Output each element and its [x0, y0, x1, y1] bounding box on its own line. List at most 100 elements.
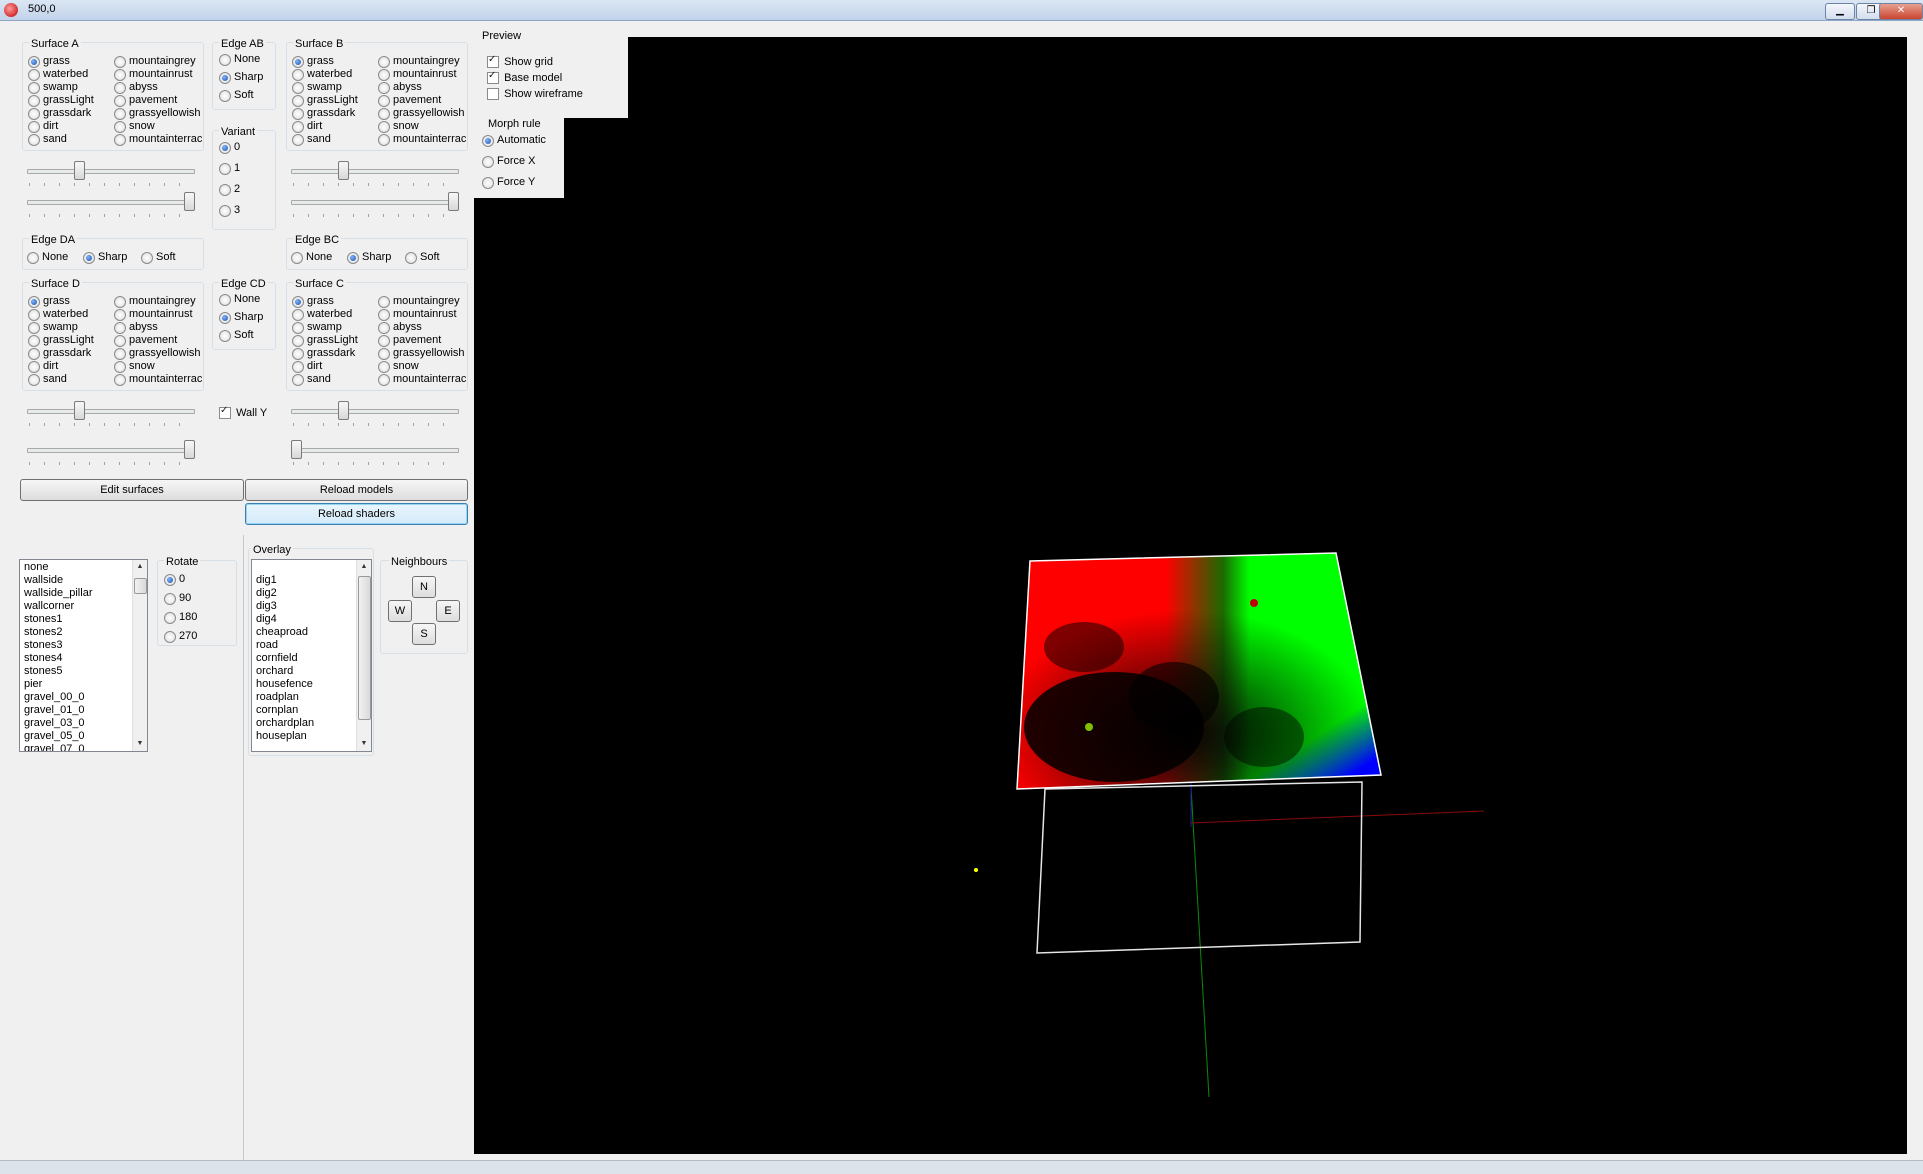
- radio-indicator[interactable]: [482, 134, 494, 147]
- radio-indicator[interactable]: [28, 81, 40, 94]
- list-item[interactable]: gravel_00_0: [20, 691, 147, 704]
- base-model-checkbox[interactable]: Base model: [487, 70, 562, 85]
- slider-thumb[interactable]: [184, 192, 195, 211]
- list-item[interactable]: housefence: [252, 678, 371, 691]
- surface-a-option-abyss[interactable]: abyss: [114, 81, 158, 94]
- models-listbox[interactable]: none wallside wallside_pillar wallcorner sto…: [19, 559, 148, 752]
- surface-b-option-grasslight[interactable]: grassLight: [292, 94, 358, 107]
- radio-indicator[interactable]: [219, 183, 231, 196]
- surface-a-option-grassyellowish[interactable]: grassyellowish: [114, 107, 201, 120]
- radio-indicator[interactable]: [28, 94, 40, 107]
- surface-d-option-sand[interactable]: sand: [28, 373, 67, 386]
- radio-indicator[interactable]: [28, 295, 40, 308]
- neighbour-south-button[interactable]: S: [412, 623, 436, 645]
- list-item[interactable]: stones3: [20, 639, 147, 652]
- slider-track[interactable]: [291, 409, 459, 414]
- list-item[interactable]: [252, 561, 371, 574]
- surface-d-option-swamp[interactable]: swamp: [28, 321, 78, 334]
- radio-indicator[interactable]: [114, 308, 126, 321]
- list-item[interactable]: gravel_01_0: [20, 704, 147, 717]
- variant-option-1[interactable]: 1: [219, 162, 240, 175]
- surface-b-option-abyss[interactable]: abyss: [378, 81, 422, 94]
- list-item[interactable]: gravel_05_0: [20, 730, 147, 743]
- radio-indicator[interactable]: [219, 162, 231, 175]
- list-item[interactable]: none: [20, 561, 147, 574]
- slider-track[interactable]: [291, 169, 459, 174]
- radio-indicator[interactable]: [83, 251, 95, 264]
- surface-d-option-abyss[interactable]: abyss: [114, 321, 158, 334]
- slider-track[interactable]: [27, 169, 195, 174]
- list-item[interactable]: cheaproad: [252, 626, 371, 639]
- list-item[interactable]: orchard: [252, 665, 371, 678]
- radio-indicator[interactable]: [378, 94, 390, 107]
- surface-c-option-grassdark[interactable]: grassdark: [292, 347, 355, 360]
- list-item[interactable]: wallside_pillar: [20, 587, 147, 600]
- reload-models-button[interactable]: Reload models: [245, 479, 468, 501]
- radio-indicator[interactable]: [292, 133, 304, 146]
- radio-indicator[interactable]: [114, 133, 126, 146]
- list-item[interactable]: gravel_07_0: [20, 743, 147, 751]
- surface-d-option-pavement[interactable]: pavement: [114, 334, 177, 347]
- list-item[interactable]: cornfield: [252, 652, 371, 665]
- list-item[interactable]: stones2: [20, 626, 147, 639]
- radio-indicator[interactable]: [378, 308, 390, 321]
- list-item[interactable]: dig3: [252, 600, 371, 613]
- radio-indicator[interactable]: [405, 251, 417, 264]
- surface-c-slider-2[interactable]: [291, 440, 459, 470]
- radio-indicator[interactable]: [292, 347, 304, 360]
- surface-a-slider-1[interactable]: [27, 161, 195, 191]
- edge-da-option-sharp[interactable]: Sharp: [83, 251, 127, 264]
- surface-b-slider-1[interactable]: [291, 161, 459, 191]
- surface-c-slider-1[interactable]: [291, 401, 459, 431]
- models-scrollbar[interactable]: ▲ ▼: [132, 560, 147, 751]
- radio-indicator[interactable]: [164, 611, 176, 624]
- surface-d-option-grasslight[interactable]: grassLight: [28, 334, 94, 347]
- surface-b-option-pavement[interactable]: pavement: [378, 94, 441, 107]
- surface-a-option-snow[interactable]: snow: [114, 120, 155, 133]
- wall-y-check-box[interactable]: [219, 405, 231, 420]
- surface-b-option-swamp[interactable]: swamp: [292, 81, 342, 94]
- list-item[interactable]: dig1: [252, 574, 371, 587]
- surface-a-option-mountainterrac[interactable]: mountainterrac: [114, 133, 202, 146]
- radio-indicator[interactable]: [28, 308, 40, 321]
- rotate-option-90[interactable]: 90: [164, 592, 191, 605]
- list-item[interactable]: cornplan: [252, 704, 371, 717]
- surface-c-option-grassyellowish[interactable]: grassyellowish: [378, 347, 465, 360]
- radio-indicator[interactable]: [28, 120, 40, 133]
- radio-indicator[interactable]: [114, 334, 126, 347]
- radio-indicator[interactable]: [292, 107, 304, 120]
- surface-d-option-grassyellowish[interactable]: grassyellowish: [114, 347, 201, 360]
- surface-a-option-grasslight[interactable]: grassLight: [28, 94, 94, 107]
- list-item[interactable]: roadplan: [252, 691, 371, 704]
- radio-indicator[interactable]: [292, 68, 304, 81]
- slider-track[interactable]: [27, 409, 195, 414]
- surface-c-option-mountaingrey[interactable]: mountaingrey: [378, 295, 460, 308]
- viewport-canvas[interactable]: [474, 37, 1907, 1154]
- edge-cd-option-none[interactable]: None: [219, 293, 260, 306]
- radio-indicator[interactable]: [292, 120, 304, 133]
- overlay-scrollbar[interactable]: ▲ ▼: [356, 560, 371, 751]
- slider-track[interactable]: [27, 200, 195, 205]
- edge-ab-option-none[interactable]: None: [219, 53, 260, 66]
- surface-a-option-mountainrust[interactable]: mountainrust: [114, 68, 193, 81]
- surface-b-option-mountainrust[interactable]: mountainrust: [378, 68, 457, 81]
- show-wireframe-box[interactable]: [487, 88, 499, 101]
- radio-indicator[interactable]: [27, 251, 39, 264]
- neighbour-west-button[interactable]: W: [388, 600, 412, 622]
- radio-indicator[interactable]: [219, 71, 231, 84]
- surface-d-option-dirt[interactable]: dirt: [28, 360, 58, 373]
- radio-indicator[interactable]: [219, 141, 231, 154]
- neighbour-east-button[interactable]: E: [436, 600, 460, 622]
- surface-a-option-swamp[interactable]: swamp: [28, 81, 78, 94]
- morph-rule-option-automatic[interactable]: Automatic: [482, 134, 546, 147]
- list-item[interactable]: pier: [20, 678, 147, 691]
- surface-c-option-snow[interactable]: snow: [378, 360, 419, 373]
- radio-indicator[interactable]: [291, 251, 303, 264]
- surface-b-option-dirt[interactable]: dirt: [292, 120, 322, 133]
- slider-thumb[interactable]: [448, 192, 459, 211]
- surface-a-option-mountaingrey[interactable]: mountaingrey: [114, 55, 196, 68]
- radio-indicator[interactable]: [114, 94, 126, 107]
- radio-indicator[interactable]: [114, 360, 126, 373]
- radio-indicator[interactable]: [292, 360, 304, 373]
- radio-indicator[interactable]: [292, 55, 304, 68]
